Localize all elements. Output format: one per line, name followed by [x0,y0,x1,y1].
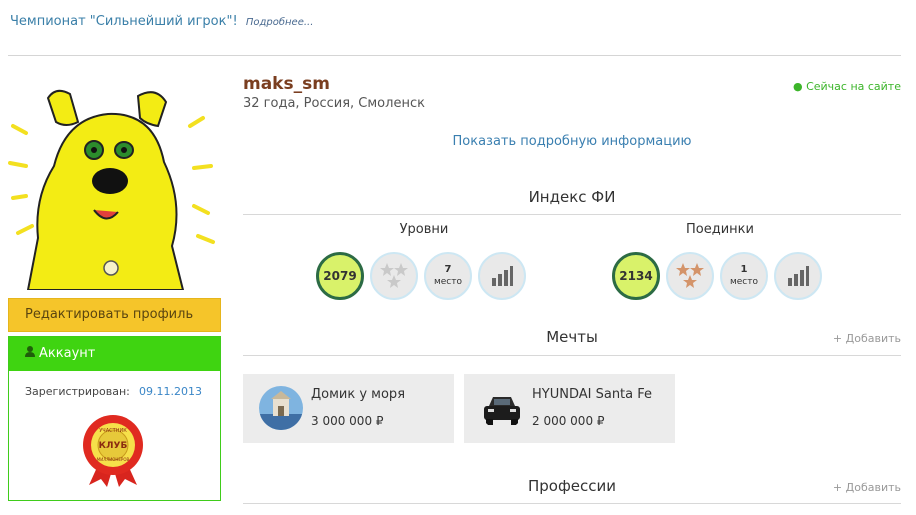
registration-row: Зарегистрирован: 09.11.2013 [9,371,220,398]
avatar [8,78,221,290]
index-divider [243,214,901,215]
duels-title: Поединки [686,222,754,237]
dream-price: 3 000 000 ₽ [311,414,384,428]
dreams-title: Мечты [546,328,598,346]
car-image-icon [480,386,524,430]
dream-name: Домик у моря [311,387,406,402]
user-info: 32 года, Россия, Смоленск [243,96,425,111]
duels-chart-icon[interactable] [774,252,822,300]
levels-chart-icon[interactable] [478,252,526,300]
person-icon [25,337,35,371]
show-details-link[interactable]: Показать подробную информацию [243,134,901,149]
registered-label: Зарегистрирован: [25,385,130,398]
dreams-divider [243,355,901,356]
house-image-icon [259,386,303,430]
championship-banner[interactable]: Чемпионат "Сильнейший игрок"! Подробнее.… [10,14,313,29]
account-panel: Аккаунт Зарегистрирован: 09.11.2013 УЧАС… [8,336,221,501]
index-title: Индекс ФИ [528,188,616,206]
registered-date: 09.11.2013 [139,385,202,398]
levels-score[interactable]: 2079 [316,252,364,300]
duels-place-number: 1 [740,264,748,275]
dream-price: 2 000 000 ₽ [532,414,605,428]
banner-more-link[interactable]: Подробнее... [246,17,314,28]
levels-title: Уровни [399,222,449,237]
dream-card[interactable]: Домик у моря 3 000 000 ₽ [243,374,454,443]
duels-place[interactable]: 1 место [720,252,768,300]
levels-stars-icon[interactable] [370,252,418,300]
levels-place-label: место [433,277,463,287]
levels-place[interactable]: 7 место [424,252,472,300]
online-status: ● Сейчас на сайте [792,80,901,93]
professions-divider [243,503,901,504]
banner-text[interactable]: Чемпионат "Сильнейший игрок"! [10,14,238,29]
duels-place-label: место [729,277,759,287]
edit-profile-button[interactable]: Редактировать профиль [8,298,221,332]
levels-score-value: 2079 [323,269,357,283]
dreams-add-link[interactable]: + Добавить [833,332,901,345]
username: maks_sm [243,74,330,94]
professions-title: Профессии [527,477,617,495]
duels-score-value: 2134 [619,269,653,283]
levels-place-number: 7 [444,264,452,275]
badge-bottom-text: МИЛЛИОНЕРОВ [97,457,130,462]
duels-score[interactable]: 2134 [612,252,660,300]
top-divider [8,55,901,56]
badge-mid-text: КЛУБ [99,441,128,451]
dream-card[interactable]: HYUNDAI Santa Fe 2 000 000 ₽ [464,374,675,443]
account-label: Аккаунт [39,346,96,361]
badge-top-text: УЧАСТНИК [99,428,127,434]
millionaire-club-badge-icon: УЧАСТНИК КЛУБ МИЛЛИОНЕРОВ [81,415,145,491]
duels-stars-icon[interactable] [666,252,714,300]
account-header[interactable]: Аккаунт [9,337,220,371]
professions-add-link[interactable]: + Добавить [833,481,901,494]
dream-name: HYUNDAI Santa Fe [532,387,653,402]
